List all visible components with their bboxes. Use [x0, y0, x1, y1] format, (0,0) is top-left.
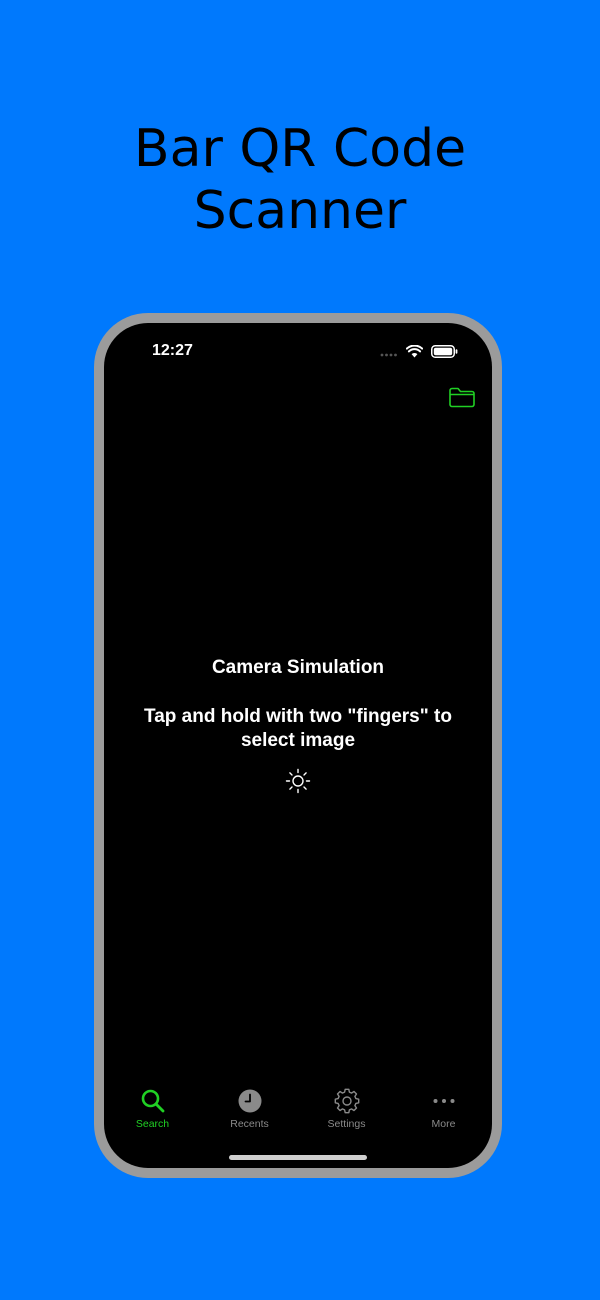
- tab-more[interactable]: More: [395, 1088, 492, 1138]
- headline-line-2: Scanner: [193, 181, 407, 241]
- status-time: 12:27: [152, 342, 193, 359]
- battery-icon: [431, 345, 458, 358]
- promo-page: Bar QR Code Scanner 12:27 Camera Simulat…: [0, 0, 600, 1300]
- tab-settings-label: Settings: [327, 1118, 366, 1130]
- flashlight-icon[interactable]: [285, 768, 311, 794]
- tab-search[interactable]: Search: [104, 1088, 201, 1138]
- folder-icon: [449, 387, 475, 408]
- promo-headline: Bar QR Code Scanner: [0, 118, 600, 242]
- ellipsis-icon: [433, 1099, 454, 1103]
- camera-title: Camera Simulation: [211, 657, 385, 678]
- wifi-icon: [406, 345, 423, 358]
- camera-placeholder: Camera Simulation Tap and hold with two …: [104, 656, 492, 794]
- gear-icon: [334, 1088, 359, 1114]
- home-indicator[interactable]: [229, 1155, 367, 1160]
- headline-line-1: Bar QR Code: [133, 119, 467, 179]
- status-icons: [380, 345, 458, 358]
- signal-icon: [380, 353, 397, 356]
- tab-recents[interactable]: Recents: [201, 1088, 298, 1138]
- tab-more-label: More: [431, 1118, 456, 1130]
- clock-icon: [238, 1089, 261, 1113]
- tab-search-label: Search: [135, 1118, 170, 1130]
- tab-settings[interactable]: Settings: [298, 1088, 395, 1138]
- tab-bar: Search Recents Settings More: [104, 1088, 492, 1138]
- folder-button[interactable]: [448, 385, 476, 409]
- search-icon: [141, 1089, 164, 1113]
- tab-recents-label: Recents: [230, 1118, 269, 1130]
- phone-screen: 12:27 Camera Simulation Tap and hold wit…: [104, 323, 492, 1168]
- camera-instruction: Tap and hold with two "fingers" to selec…: [144, 706, 452, 751]
